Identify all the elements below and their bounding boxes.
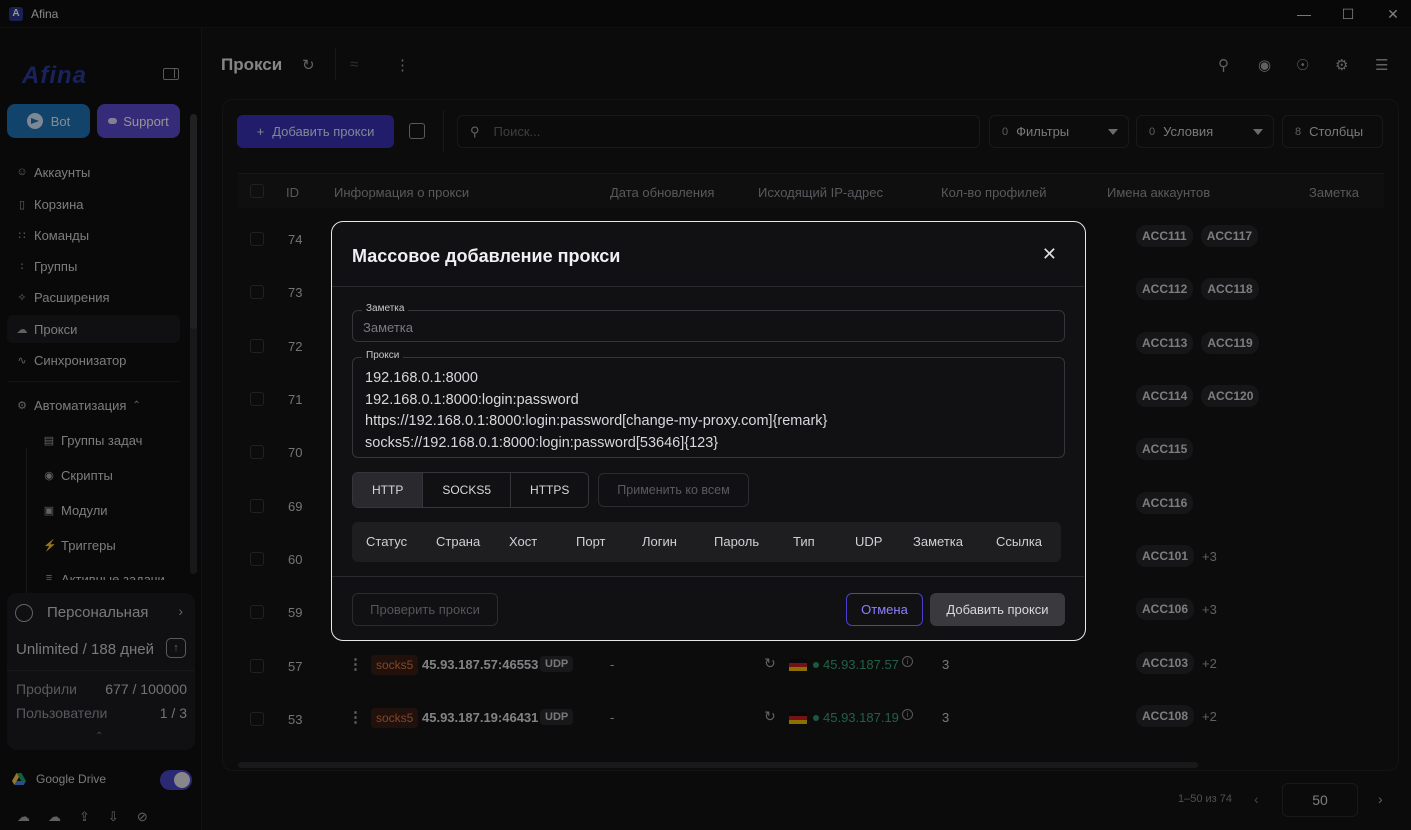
note-field[interactable]: Заметка Заметка bbox=[352, 303, 1065, 342]
col-port: Порт bbox=[576, 534, 606, 549]
dialog-title: Массовое добавление прокси bbox=[352, 246, 621, 266]
col-password: Пароль bbox=[714, 534, 760, 549]
preview-table-header: Статус Страна Хост Порт Логин Пароль Тип… bbox=[352, 522, 1061, 562]
submit-add-proxies-button[interactable]: Добавить прокси bbox=[930, 593, 1065, 626]
col-status: Статус bbox=[366, 534, 408, 549]
proxies-text: 192.168.0.1:8000 192.168.0.1:8000:login:… bbox=[365, 370, 828, 451]
proxies-textarea[interactable]: Прокси 192.168.0.1:8000 192.168.0.1:8000… bbox=[352, 350, 1065, 458]
type-http-button[interactable]: HTTP bbox=[353, 473, 424, 507]
divider bbox=[332, 576, 1084, 577]
col-country: Страна bbox=[436, 534, 481, 549]
note-placeholder: Заметка bbox=[363, 320, 413, 335]
col-host: Хост bbox=[509, 534, 538, 549]
check-proxies-button[interactable]: Проверить прокси bbox=[352, 593, 498, 626]
col-note: Заметка bbox=[913, 534, 963, 549]
type-socks5-button[interactable]: SOCKS5 bbox=[423, 473, 512, 507]
apply-to-all-button[interactable]: Применить ко всем bbox=[598, 473, 749, 507]
divider bbox=[332, 286, 1084, 287]
col-login: Логин bbox=[642, 534, 677, 549]
col-link: Ссылка bbox=[996, 534, 1043, 549]
proxy-type-selector: HTTP SOCKS5 HTTPS bbox=[352, 472, 590, 508]
cancel-button[interactable]: Отмена bbox=[846, 593, 923, 626]
close-icon[interactable]: ✕ bbox=[1042, 244, 1057, 265]
proxies-field-label: Прокси bbox=[362, 350, 404, 361]
col-udp: UDP bbox=[855, 534, 883, 549]
note-field-label: Заметка bbox=[362, 303, 409, 314]
col-type: Тип bbox=[793, 534, 815, 549]
bulk-add-proxy-dialog: Массовое добавление прокси ✕ Заметка Зам… bbox=[331, 221, 1086, 641]
type-https-button[interactable]: HTTPS bbox=[511, 473, 588, 507]
